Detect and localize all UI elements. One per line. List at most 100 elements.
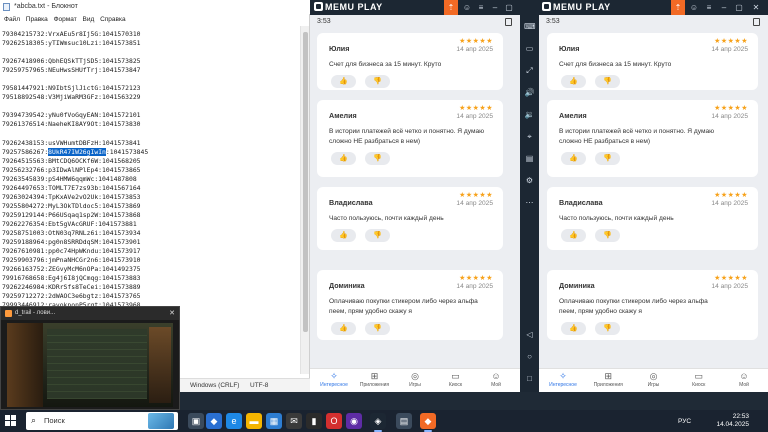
scrollbar-thumb[interactable] [303,32,308,332]
text-line: 79264497653:TOMLT7E7zs93b:1041567164 [2,183,141,192]
selected-text[interactable]: 8UkR47IW26gIwIn [48,147,106,156]
memu-close-icon[interactable]: ✕ [750,1,762,14]
like-button[interactable]: 👍 [561,229,586,242]
menu-view[interactable]: Вид [82,16,94,23]
dislike-button[interactable]: 👎 [595,229,620,242]
like-button[interactable]: 👍 [331,152,356,165]
memu-maximize-icon[interactable]: ▢ [503,1,515,14]
menu-format[interactable]: Формат [54,16,77,23]
toolbar-volume-up-icon[interactable]: 🔊 [524,87,535,98]
dislike-button[interactable]: 👎 [595,75,620,88]
reviewer-name: Юлия [559,44,580,53]
battery-icon [505,18,512,26]
taskbar-window-preview[interactable]: d_trail - лови... ✕ [0,306,180,410]
taskbar-app-icon-3[interactable]: ◉ [346,413,362,429]
taskbar-app-icon-2[interactable]: ▮ [306,413,322,429]
like-button[interactable]: 👍 [561,75,586,88]
like-button[interactable]: 👍 [561,322,586,335]
like-button[interactable]: 👍 [561,152,586,165]
toolbar-location-icon[interactable]: ⌖ [524,131,535,142]
toolbar-resize-icon[interactable]: ⤢ [524,65,535,76]
preview-title: d_trail - лови... [15,310,56,316]
review-card: Владислава ★★★★★ 14 апр 2025 Часто пользуюс… [547,187,758,250]
task-view-icon[interactable]: ▣ [188,413,204,429]
review-text-line: Счет для бизнеса за 15 минут. Круто [329,61,442,68]
text-line: 79256232766:p3IDwAlNPlEp4:1041573865 [2,165,141,174]
android-home-icon[interactable]: ○ [524,351,535,362]
text-line [2,130,298,139]
search-icon: ⌕ [31,415,37,425]
memu-logo: MEMU PLAY [314,2,383,13]
language-indicator[interactable]: РУС [678,418,691,425]
dislike-button[interactable]: 👎 [365,75,390,88]
menu-help[interactable]: Справка [100,16,126,23]
preview-close-icon[interactable]: ✕ [169,309,175,317]
android-recent-icon[interactable]: □ [524,373,535,384]
opera-icon[interactable]: O [326,413,342,429]
memu-upload-icon[interactable]: ⇡ [444,0,458,15]
memu-title-bar[interactable]: MEMU PLAY ⇡ ☺ ≡ – ▢ ✕ [310,0,539,15]
toolbar-folder-icon[interactable]: ▤ [524,153,535,164]
taskbar-clock[interactable]: 22:53 14.04.2025 [703,413,749,429]
dislike-button[interactable]: 👎 [595,152,620,165]
dislike-button[interactable]: 👎 [365,322,390,335]
edge-icon[interactable]: e [226,413,242,429]
nav-item-4[interactable]: ☺ Мой [726,371,762,388]
mail-icon[interactable]: ✉ [286,413,302,429]
memu-menu-icon[interactable]: ≡ [703,1,715,14]
nav-item-1[interactable]: ⊞ Приложения [590,371,626,388]
dislike-button[interactable]: 👎 [365,229,390,242]
like-button[interactable]: 👍 [331,322,356,335]
text-line: 79262438153:usVWHumtDBFzH:1041573841 [2,138,141,147]
memu-taskbar-icon[interactable]: ◈ [370,413,386,432]
text-line: 79261376514:NaeheKI8AY9Ot:1041573830 [2,120,141,129]
menu-file[interactable]: Файл [4,16,20,23]
notepad-taskbar-icon[interactable]: ▤ [396,413,412,429]
notepad-text-area[interactable]: 79304215732:VrxAEu5r8Ij5G:1041570310 7926… [2,30,298,320]
notepad-title-bar[interactable]: *abcba.txt - Блокнот [0,0,310,14]
memu-account-icon[interactable]: ☺ [688,1,700,14]
android-screen: 3:53 Юлия ★★★★★ 14 апр 2025 Счет для бизнес… [310,15,520,392]
memu-minimize-icon[interactable]: – [489,1,501,14]
file-explorer-icon[interactable]: ▬ [246,413,262,429]
like-button[interactable]: 👍 [331,229,356,242]
menu-edit[interactable]: Правка [26,16,48,23]
text-line: 79267610981:pp0c74HpWKndu:1041573917 [2,247,141,256]
nav-item-3[interactable]: ▭ Киоск [438,371,474,388]
dislike-button[interactable]: 👎 [365,152,390,165]
memu-title-bar[interactable]: MEMU PLAY ⇡ ☺ ≡ – ▢ ✕ [520,0,768,15]
toolbar-volume-down-icon[interactable]: 🔉 [524,109,535,120]
windows-taskbar: ⌕ Поиск ▣ ◆ e ▬ ▦ ✉ ▮ O ◉ ◈ ▤ ◆ РУС 22:5… [0,410,768,432]
nav-item-1[interactable]: ⊞ Приложения [357,371,393,388]
toolbar-more-icon[interactable]: ⋯ [524,197,535,208]
nav-item-3[interactable]: ▭ Киоск [681,371,717,388]
memu-upload-icon[interactable]: ⇡ [671,0,685,15]
review-text: В истории платежей всё четко и понятно. … [559,127,714,147]
rating-stars: ★★★★★ [714,192,748,199]
store-icon[interactable]: ▦ [266,413,282,429]
nav-item-2[interactable]: ◎ Игры [397,371,433,388]
memu-account-icon[interactable]: ☺ [461,1,473,14]
text-line [2,102,298,111]
toolbar-settings-icon[interactable]: ⚙ [524,175,535,186]
like-button[interactable]: 👍 [331,75,356,88]
reviewer-name: Амелия [559,111,587,120]
taskbar-app-icon-1[interactable]: ◆ [206,413,222,429]
nav-item-2[interactable]: ◎ Игры [636,371,672,388]
memu-minimize-icon[interactable]: – [718,1,730,14]
text-line: 79259757965:NEuHwsSHUfTrj:1041573847 [2,66,141,75]
toolbar-screen-icon[interactable]: ▭ [524,43,535,54]
android-back-icon[interactable]: ◁ [524,329,535,340]
nav-item-0[interactable]: ✧ Интересное [545,371,581,388]
game-taskbar-icon[interactable]: ◆ [420,413,436,432]
toolbar-keyboard-icon[interactable]: ⌨ [524,21,536,32]
nav-item-0[interactable]: ✧ Интересное [316,371,352,388]
memu-maximize-icon[interactable]: ▢ [733,1,745,14]
memu-menu-icon[interactable]: ≡ [475,1,487,14]
taskbar-search-box[interactable]: ⌕ Поиск [26,412,178,430]
review-text-line: Счет для бизнеса за 15 минут. Круто [559,61,672,68]
notepad-vertical-scrollbar[interactable] [300,26,309,374]
nav-item-4[interactable]: ☺ Мой [478,371,514,388]
windows-start-icon[interactable] [5,415,17,427]
dislike-button[interactable]: 👎 [595,322,620,335]
